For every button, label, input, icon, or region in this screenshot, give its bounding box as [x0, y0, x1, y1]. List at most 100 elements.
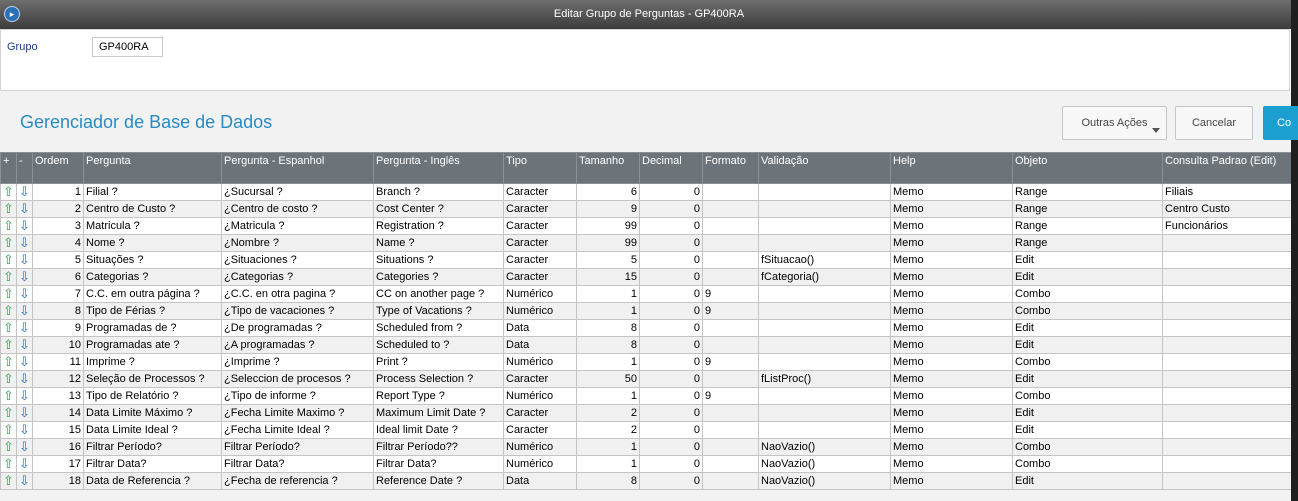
table-row[interactable]: ⇧ ⇩ 3 Matricula ? ¿Matricula ? Registration ?…	[0, 217, 1291, 235]
cell-ordem[interactable]: 15	[32, 421, 84, 439]
cell-formato[interactable]: 9	[702, 285, 759, 303]
cell-objeto[interactable]: Edit	[1012, 370, 1163, 388]
cell-consulta[interactable]	[1162, 268, 1291, 286]
column-header[interactable]: Help	[890, 152, 1013, 184]
cell-help[interactable]: Memo	[890, 183, 1013, 201]
cell-help[interactable]: Memo	[890, 370, 1013, 388]
cell-pergunta[interactable]: Imprime ?	[83, 353, 222, 371]
arrow-up-icon[interactable]: ⇧	[0, 404, 17, 422]
cell-consulta[interactable]	[1162, 455, 1291, 473]
table-row[interactable]: ⇧ ⇩ 4 Nome ? ¿Nombre ? Name ? Caracter 99 0 Memo R…	[0, 234, 1291, 252]
cell-objeto[interactable]: Combo	[1012, 387, 1163, 405]
cell-tamanho[interactable]: 50	[576, 370, 640, 388]
cell-espanhol[interactable]: ¿Fecha Limite Maximo ?	[221, 404, 374, 422]
cell-pergunta[interactable]: Nome ?	[83, 234, 222, 252]
column-header[interactable]: Pergunta	[83, 152, 222, 184]
cell-pergunta[interactable]: Tipo de Relatório ?	[83, 387, 222, 405]
table-row[interactable]: ⇧ ⇩ 8 Tipo de Férias ? ¿Tipo de vacaciones ?…	[0, 302, 1291, 320]
arrow-down-icon[interactable]: ⇩	[16, 251, 33, 269]
cell-objeto[interactable]: Edit	[1012, 421, 1163, 439]
cell-objeto[interactable]: Edit	[1012, 319, 1163, 337]
cell-tamanho[interactable]: 8	[576, 472, 640, 490]
column-header[interactable]: Ordem	[32, 152, 84, 184]
cell-pergunta[interactable]: Filtrar Data?	[83, 455, 222, 473]
cell-help[interactable]: Memo	[890, 336, 1013, 354]
cell-objeto[interactable]: Combo	[1012, 353, 1163, 371]
cancel-button[interactable]: Cancelar	[1175, 106, 1253, 140]
arrow-up-icon[interactable]: ⇧	[0, 217, 17, 235]
cell-decimal[interactable]: 0	[639, 200, 703, 218]
cell-tamanho[interactable]: 5	[576, 251, 640, 269]
cell-decimal[interactable]: 0	[639, 251, 703, 269]
cell-validacao[interactable]	[758, 200, 891, 218]
cell-decimal[interactable]: 0	[639, 421, 703, 439]
cell-tamanho[interactable]: 8	[576, 319, 640, 337]
arrow-up-icon[interactable]: ⇧	[0, 336, 17, 354]
cell-tipo[interactable]: Caracter	[503, 421, 577, 439]
cell-tipo[interactable]: Caracter	[503, 183, 577, 201]
arrow-down-icon[interactable]: ⇩	[16, 370, 33, 388]
cell-consulta[interactable]	[1162, 438, 1291, 456]
cell-espanhol[interactable]: ¿A programadas ?	[221, 336, 374, 354]
cell-decimal[interactable]: 0	[639, 268, 703, 286]
cell-tamanho[interactable]: 99	[576, 234, 640, 252]
cell-ingles[interactable]: Maximum Limit Date ?	[373, 404, 504, 422]
cell-ordem[interactable]: 13	[32, 387, 84, 405]
cell-objeto[interactable]: Combo	[1012, 302, 1163, 320]
cell-espanhol[interactable]: ¿Fecha Limite Ideal ?	[221, 421, 374, 439]
cell-tamanho[interactable]: 1	[576, 353, 640, 371]
cell-espanhol[interactable]: ¿Tipo de vacaciones ?	[221, 302, 374, 320]
cell-help[interactable]: Memo	[890, 200, 1013, 218]
column-header[interactable]: +	[0, 152, 17, 184]
cell-decimal[interactable]: 0	[639, 472, 703, 490]
cell-consulta[interactable]	[1162, 302, 1291, 320]
cell-consulta[interactable]	[1162, 421, 1291, 439]
cell-objeto[interactable]: Range	[1012, 217, 1163, 235]
cell-ingles[interactable]: Name ?	[373, 234, 504, 252]
cell-ordem[interactable]: 17	[32, 455, 84, 473]
cell-pergunta[interactable]: Data de Referencia ?	[83, 472, 222, 490]
cell-decimal[interactable]: 0	[639, 353, 703, 371]
cell-pergunta[interactable]: Data Limite Ideal ?	[83, 421, 222, 439]
cell-tipo[interactable]: Numérico	[503, 387, 577, 405]
arrow-up-icon[interactable]: ⇧	[0, 234, 17, 252]
cell-formato[interactable]	[702, 319, 759, 337]
cell-pergunta[interactable]: Tipo de Férias ?	[83, 302, 222, 320]
arrow-up-icon[interactable]: ⇧	[0, 438, 17, 456]
cell-tipo[interactable]: Numérico	[503, 455, 577, 473]
table-row[interactable]: ⇧ ⇩ 7 C.C. em outra página ? ¿C.C. en otra p…	[0, 285, 1291, 303]
arrow-down-icon[interactable]: ⇩	[16, 319, 33, 337]
cell-tamanho[interactable]: 99	[576, 217, 640, 235]
cell-formato[interactable]	[702, 200, 759, 218]
cell-ingles[interactable]: Ideal limit Date ?	[373, 421, 504, 439]
cell-consulta[interactable]	[1162, 353, 1291, 371]
cell-ingles[interactable]: Type of Vacations ?	[373, 302, 504, 320]
cell-ordem[interactable]: 3	[32, 217, 84, 235]
cell-help[interactable]: Memo	[890, 472, 1013, 490]
cell-pergunta[interactable]: Filial ?	[83, 183, 222, 201]
cell-espanhol[interactable]: ¿Matricula ?	[221, 217, 374, 235]
cell-ordem[interactable]: 14	[32, 404, 84, 422]
grupo-input[interactable]	[92, 37, 163, 57]
cell-consulta[interactable]	[1162, 251, 1291, 269]
column-header[interactable]: Tipo	[503, 152, 577, 184]
cell-formato[interactable]	[702, 455, 759, 473]
cell-help[interactable]: Memo	[890, 268, 1013, 286]
cell-formato[interactable]	[702, 183, 759, 201]
cell-validacao[interactable]	[758, 183, 891, 201]
cell-decimal[interactable]: 0	[639, 387, 703, 405]
cell-ingles[interactable]: Situations ?	[373, 251, 504, 269]
cell-espanhol[interactable]: ¿Seleccion de procesos ?	[221, 370, 374, 388]
table-row[interactable]: ⇧ ⇩ 6 Categorias ? ¿Categorias ? Categories ?…	[0, 268, 1291, 286]
arrow-up-icon[interactable]: ⇧	[0, 251, 17, 269]
cell-pergunta[interactable]: Situações ?	[83, 251, 222, 269]
cell-help[interactable]: Memo	[890, 455, 1013, 473]
cell-objeto[interactable]: Combo	[1012, 438, 1163, 456]
cell-ingles[interactable]: Process Selection ?	[373, 370, 504, 388]
cell-validacao[interactable]: fCategoria()	[758, 268, 891, 286]
cell-espanhol[interactable]: ¿Nombre ?	[221, 234, 374, 252]
arrow-up-icon[interactable]: ⇧	[0, 472, 17, 490]
cell-consulta[interactable]	[1162, 404, 1291, 422]
cell-decimal[interactable]: 0	[639, 370, 703, 388]
cell-help[interactable]: Memo	[890, 217, 1013, 235]
